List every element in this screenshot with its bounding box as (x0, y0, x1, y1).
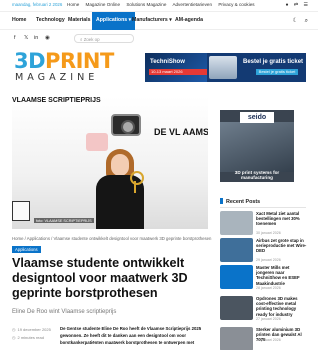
camera-icon (111, 114, 141, 136)
top-links: Home Magazine Online Solutions Magazine … (67, 2, 260, 7)
article-subtitle: Eline De Roo wint Vlaamse scriptieprijs (12, 309, 117, 315)
top-link-magazine-online[interactable]: Magazine Online (86, 2, 120, 7)
recent-posts-heading: Recent Posts (220, 198, 260, 205)
recent-post-date: 27 januari 2026 (256, 317, 281, 321)
recent-post-date: 30 januari 2026 (256, 231, 281, 235)
top-icons: ● ⇄ ☰ (282, 2, 309, 8)
recent-posts-divider (220, 207, 306, 208)
recent-post[interactable]: Airbus zet grote stap in serieproductie … (220, 238, 308, 264)
recent-post[interactable]: Master Mills met jongeren naar TechniSho… (220, 265, 308, 291)
top-link-solutions-magazine[interactable]: Solutions Magazine (126, 2, 166, 7)
recent-post-date: 28 januari 2026 (256, 286, 281, 290)
top-bar: maandag, februari 2 2026 Home Magazine O… (0, 0, 318, 12)
document-icon (12, 201, 30, 221)
linkedin-icon[interactable]: in (34, 35, 38, 41)
current-date: maandag, februari 2 2026 (12, 2, 63, 7)
hero-person (92, 149, 148, 229)
clock-icon: ◷ (12, 335, 16, 340)
chevron-down-icon: ▾ (169, 17, 172, 23)
page: maandag, februari 2 2026 Home Magazine O… (0, 0, 318, 350)
article-read-time: ◷ 2 minutes read (12, 335, 62, 340)
nav-item-technology[interactable]: Technology (36, 17, 65, 23)
hero-right-text: DE VL AAMSE SCRIPTIE (154, 127, 208, 137)
article-read-time-text: 2 minutes read (17, 335, 44, 340)
recent-post-title[interactable]: Xact Metal ziet aantal bestellingen met … (256, 211, 308, 227)
seido-sidebar-ad[interactable]: seido 3D print systems for manufacturing (220, 110, 294, 182)
user-icon[interactable]: ● (286, 2, 289, 8)
banner-background (145, 53, 207, 82)
top-link-privacy[interactable]: Privacy & cookies (218, 2, 254, 7)
nav-item-am-agenda[interactable]: AM-agenda (175, 17, 203, 23)
clock-icon: ◷ (12, 327, 16, 332)
nav-item-materials[interactable]: Materials (68, 17, 91, 23)
moon-icon[interactable]: ☾ (293, 18, 298, 24)
banner-machine-image (209, 56, 237, 79)
search-icon[interactable]: ⌕ (305, 18, 308, 24)
recent-post-title[interactable]: Airbus zet grote stap in serieproductie … (256, 238, 308, 254)
banner-brand: TechniShow (150, 59, 185, 65)
seido-logo: seido (240, 112, 274, 123)
breadcrumb[interactable]: Home / Applications / Vlaamse studente o… (12, 236, 211, 241)
technishow-banner-ad[interactable]: TechniShow 10-13 maart 2026 Bestel je gr… (145, 53, 306, 82)
banner-cta: Bestel je gratis ticket (243, 59, 304, 65)
recent-post-date: 26 januari 2026 (256, 338, 281, 342)
banner-cta-button[interactable]: Bestel je gratis ticket (256, 69, 298, 75)
top-link-advertentietarieven[interactable]: Advertentietarieven (172, 2, 212, 7)
article-date: ◷ 19 december 2025 (12, 327, 62, 332)
seido-tagline: 3D print systems for manufacturing (234, 170, 280, 181)
search-input[interactable]: ⌕ Zoek op (74, 34, 134, 43)
banner-dates: 10-13 maart 2026 (149, 69, 207, 75)
recent-post-title[interactable]: Opdrones 3D makes cost-effective metal p… (256, 296, 308, 317)
recent-post[interactable]: Sterker aluminium 3D printen dan gewalst… (220, 327, 308, 350)
social-bar: f 𝕏 in ◉ ⌕ Zoek op (0, 31, 318, 46)
nav-item-home[interactable]: Home (12, 17, 26, 23)
sidebar-icon[interactable]: ☰ (304, 2, 308, 8)
chevron-down-icon: ▾ (128, 17, 132, 23)
hero-image[interactable]: VLAAMSE SCRIPTIEPRIJS DE VL AAMSE SCRIPT… (12, 97, 208, 229)
search-placeholder: Zoek op (83, 36, 100, 42)
recent-post[interactable]: Xact Metal ziet aantal bestellingen met … (220, 211, 308, 237)
recent-post-thumbnail[interactable] (220, 238, 253, 262)
main-nav: Home Technology Materials Applications ▾… (0, 12, 318, 30)
logo-print: PRINT (45, 49, 114, 73)
trophy-icon (130, 171, 144, 195)
nav-item-manufacturers[interactable]: Manufacturers ▾ (132, 17, 172, 23)
recent-post-thumbnail[interactable] (220, 327, 253, 350)
rss-icon[interactable]: ◉ (45, 35, 50, 41)
nav-item-applications[interactable]: Applications ▾ (92, 12, 136, 30)
photo-credit: foto: VLAAMSE SCRIPTIEPRIJS (34, 218, 94, 223)
nav-icons: ☾ ⌕ (288, 17, 308, 25)
x-icon[interactable]: 𝕏 (24, 35, 28, 41)
seido-ad-image (220, 122, 294, 172)
recent-post-thumbnail[interactable] (220, 211, 253, 235)
site-logo[interactable]: 3DPRINT MAGAZINE (14, 49, 126, 85)
hero-top-text: VLAAMSE SCRIPTIEPRIJS (12, 97, 101, 104)
nav-item-manufacturers-label: Manufacturers (132, 17, 168, 23)
logo-3d: 3D (14, 49, 46, 73)
facebook-icon[interactable]: f (14, 35, 16, 41)
article-headline: Vlaamse studente ontwikkelt designtool v… (12, 256, 188, 300)
recent-post-title[interactable]: Master Mills met jongeren naar TechniSho… (256, 265, 308, 286)
recent-posts-title: Recent Posts (226, 199, 261, 205)
recent-post[interactable]: Opdrones 3D makes cost-effective metal p… (220, 296, 308, 322)
article-excerpt: De Gentse studente Eline De Roo heeft de… (60, 326, 202, 345)
category-badge[interactable]: Applications (12, 246, 41, 253)
top-link-home[interactable]: Home (67, 2, 79, 7)
recent-post-date: 29 januari 2026 (256, 258, 281, 262)
recent-post-thumbnail[interactable] (220, 265, 253, 289)
logo-magazine: MAGAZINE (15, 72, 99, 83)
random-icon[interactable]: ⇄ (294, 2, 298, 8)
article-date-text: 19 december 2025 (17, 327, 51, 332)
recent-post-thumbnail[interactable] (220, 296, 253, 320)
nav-item-applications-label: Applications (96, 17, 128, 23)
